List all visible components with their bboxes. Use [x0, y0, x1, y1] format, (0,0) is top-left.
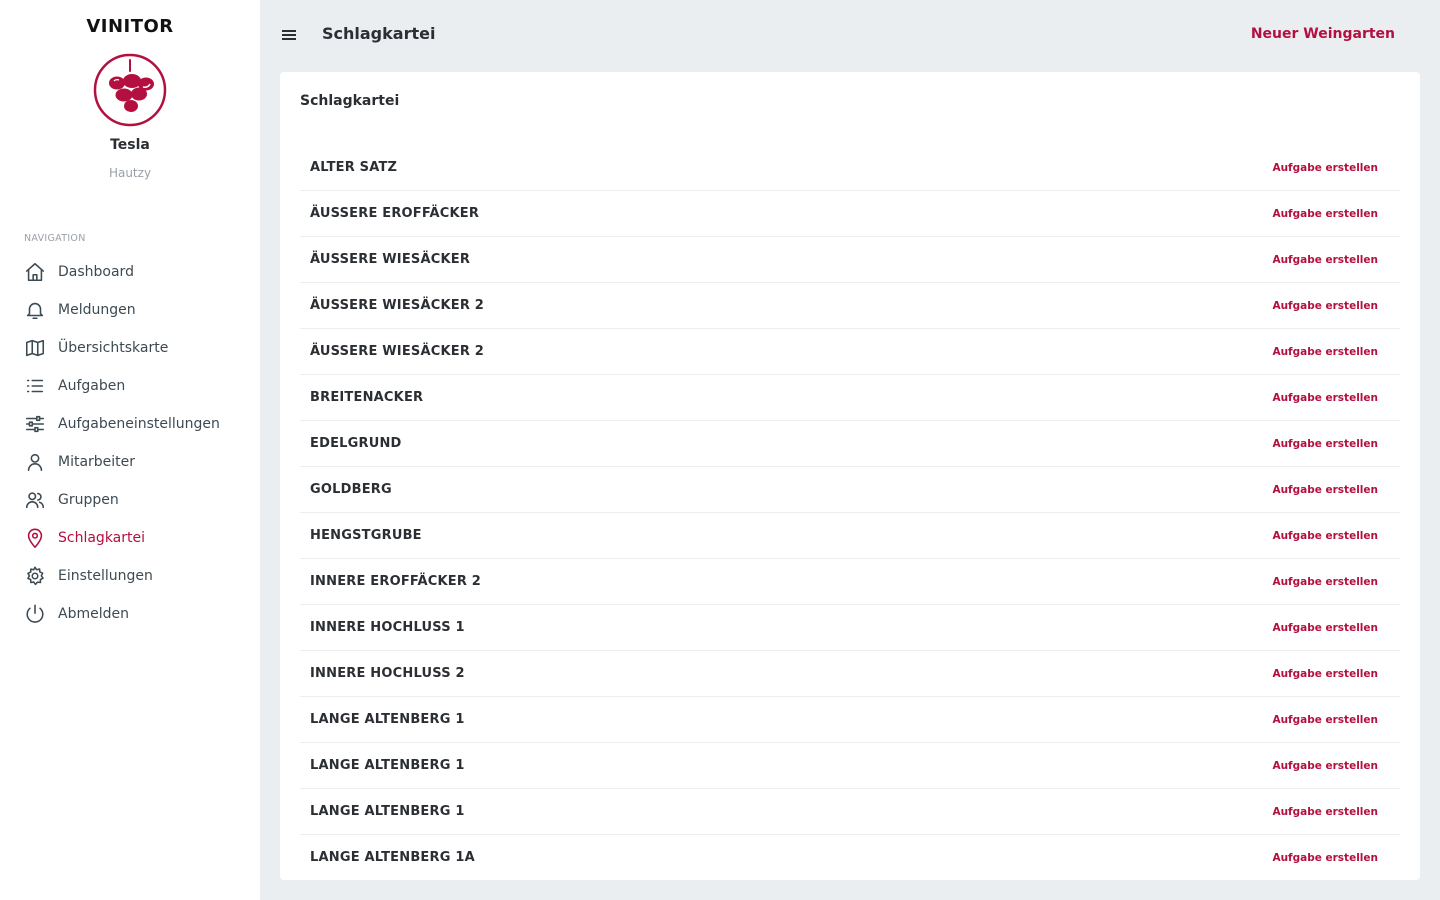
list-item[interactable]: INNERE HOCHLUSS 2 Aufgabe erstellen — [300, 651, 1400, 697]
vineyard-name: INNERE HOCHLUSS 1 — [310, 620, 465, 635]
create-task-link[interactable]: Aufgabe erstellen — [1272, 806, 1378, 818]
home-icon — [24, 261, 46, 283]
nav-item-einstellungen[interactable]: Einstellungen — [0, 557, 260, 595]
map-icon — [24, 337, 46, 359]
nav-item-dashboard[interactable]: Dashboard — [0, 253, 260, 291]
vineyard-name: EDELGRUND — [310, 436, 402, 451]
nav-item-label: Mitarbeiter — [58, 454, 136, 470]
create-task-link[interactable]: Aufgabe erstellen — [1272, 300, 1378, 312]
nav-item-label: Abmelden — [58, 606, 129, 622]
nav-item-schlagkartei[interactable]: Schlagkartei — [0, 519, 260, 557]
list-item[interactable]: ÄUSSERE WIESÄCKER Aufgabe erstellen — [300, 237, 1400, 283]
vineyard-name: BREITENACKER — [310, 390, 424, 405]
vineyard-name: INNERE EROFFÄCKER 2 — [310, 574, 482, 589]
create-task-link[interactable]: Aufgabe erstellen — [1272, 484, 1378, 496]
vineyard-name: ÄUSSERE WIESÄCKER 2 — [310, 298, 485, 313]
nav-item-label: Dashboard — [58, 264, 134, 280]
sidebar: VINITOR Tesla Hautzy NAVIGATION Dashboar… — [0, 0, 260, 900]
sliders-icon — [24, 413, 46, 435]
nav-item-uebersichtskarte[interactable]: Übersichtskarte — [0, 329, 260, 367]
gear-icon — [24, 565, 46, 587]
list-item[interactable]: ALTER SATZ Aufgabe erstellen — [300, 145, 1400, 191]
nav-heading: NAVIGATION — [24, 233, 86, 244]
create-task-link[interactable]: Aufgabe erstellen — [1272, 346, 1378, 358]
power-icon — [24, 603, 46, 625]
list-item[interactable]: ÄUSSERE WIESÄCKER 2 Aufgabe erstellen — [300, 329, 1400, 375]
nav-item-label: Meldungen — [58, 302, 136, 318]
vineyard-name: LANGE ALTENBERG 1A — [310, 850, 475, 865]
list-item[interactable]: LANGE ALTENBERG 1 Aufgabe erstellen — [300, 743, 1400, 789]
create-task-link[interactable]: Aufgabe erstellen — [1272, 622, 1378, 634]
brand-title: VINITOR — [86, 16, 174, 37]
card-title: Schlagkartei — [300, 93, 400, 109]
create-task-link[interactable]: Aufgabe erstellen — [1272, 438, 1378, 450]
map-pin-icon — [24, 527, 46, 549]
vineyard-name: ÄUSSERE EROFFÄCKER — [310, 206, 480, 221]
list-item[interactable]: HENGSTGRUBE Aufgabe erstellen — [300, 513, 1400, 559]
bell-icon — [24, 299, 46, 321]
create-task-link[interactable]: Aufgabe erstellen — [1272, 392, 1378, 404]
create-task-link[interactable]: Aufgabe erstellen — [1272, 714, 1378, 726]
list-icon — [24, 375, 46, 397]
vineyard-name: INNERE HOCHLUSS 2 — [310, 666, 465, 681]
list-item[interactable]: BREITENACKER Aufgabe erstellen — [300, 375, 1400, 421]
nav-item-label: Aufgaben — [58, 378, 126, 394]
create-task-link[interactable]: Aufgabe erstellen — [1272, 760, 1378, 772]
list-item[interactable]: LANGE ALTENBERG 1 Aufgabe erstellen — [300, 697, 1400, 743]
vineyard-name: LANGE ALTENBERG 1 — [310, 712, 465, 727]
list-item[interactable]: GOLDBERG Aufgabe erstellen — [300, 467, 1400, 513]
nav-item-meldungen[interactable]: Meldungen — [0, 291, 260, 329]
vineyard-list-card: Schlagkartei ALTER SATZ Aufgabe erstellen… — [280, 72, 1420, 881]
list-item[interactable]: LANGE ALTENBERG 1A Aufgabe erstellen — [300, 835, 1400, 881]
nav-item-aufgaben[interactable]: Aufgaben — [0, 367, 260, 405]
nav-item-abmelden[interactable]: Abmelden — [0, 595, 260, 633]
create-task-link[interactable]: Aufgabe erstellen — [1272, 530, 1378, 542]
vineyard-name: GOLDBERG — [310, 482, 392, 497]
create-task-link[interactable]: Aufgabe erstellen — [1272, 576, 1378, 588]
nav-item-label: Schlagkartei — [58, 530, 146, 546]
create-task-link[interactable]: Aufgabe erstellen — [1272, 668, 1378, 680]
topbar: Schlagkartei Neuer Weingarten — [260, 0, 1440, 72]
list-item[interactable]: ÄUSSERE WIESÄCKER 2 Aufgabe erstellen — [300, 283, 1400, 329]
create-task-link[interactable]: Aufgabe erstellen — [1272, 254, 1378, 266]
nav-item-mitarbeiter[interactable]: Mitarbeiter — [0, 443, 260, 481]
list-item[interactable]: INNERE EROFFÄCKER 2 Aufgabe erstellen — [300, 559, 1400, 605]
nav-item-label: Übersichtskarte — [58, 340, 169, 356]
list-item[interactable]: EDELGRUND Aufgabe erstellen — [300, 421, 1400, 467]
nav-item-label: Aufgabeneinstellungen — [58, 416, 220, 432]
user-icon — [24, 451, 46, 473]
nav-item-label: Gruppen — [58, 492, 119, 508]
vineyard-name: LANGE ALTENBERG 1 — [310, 804, 465, 819]
winery-logo — [93, 53, 167, 127]
create-task-link[interactable]: Aufgabe erstellen — [1272, 852, 1378, 864]
user-organization: Hautzy — [108, 166, 152, 180]
vineyard-name: LANGE ALTENBERG 1 — [310, 758, 465, 773]
page-title: Schlagkartei — [322, 24, 436, 43]
nav-item-gruppen[interactable]: Gruppen — [0, 481, 260, 519]
nav-item-aufgabeneinstellungen[interactable]: Aufgabeneinstellungen — [0, 405, 260, 443]
list-item[interactable]: ÄUSSERE EROFFÄCKER Aufgabe erstellen — [300, 191, 1400, 237]
create-task-link[interactable]: Aufgabe erstellen — [1272, 162, 1378, 174]
list-item[interactable]: INNERE HOCHLUSS 1 Aufgabe erstellen — [300, 605, 1400, 651]
user-name: Tesla — [110, 137, 150, 153]
sidebar-nav: Dashboard Meldungen Übersichtskarte Aufg… — [0, 253, 260, 633]
users-icon — [24, 489, 46, 511]
vineyard-name: HENGSTGRUBE — [310, 528, 422, 543]
nav-item-label: Einstellungen — [58, 568, 153, 584]
vineyard-name: ALTER SATZ — [310, 160, 398, 175]
hamburger-menu-icon[interactable] — [280, 26, 298, 44]
list-item[interactable]: LANGE ALTENBERG 1 Aufgabe erstellen — [300, 789, 1400, 835]
vineyard-name: ÄUSSERE WIESÄCKER 2 — [310, 344, 485, 359]
vineyard-name: ÄUSSERE WIESÄCKER — [310, 252, 471, 267]
create-task-link[interactable]: Aufgabe erstellen — [1272, 208, 1378, 220]
new-vineyard-button[interactable]: Neuer Weingarten — [1251, 26, 1395, 42]
